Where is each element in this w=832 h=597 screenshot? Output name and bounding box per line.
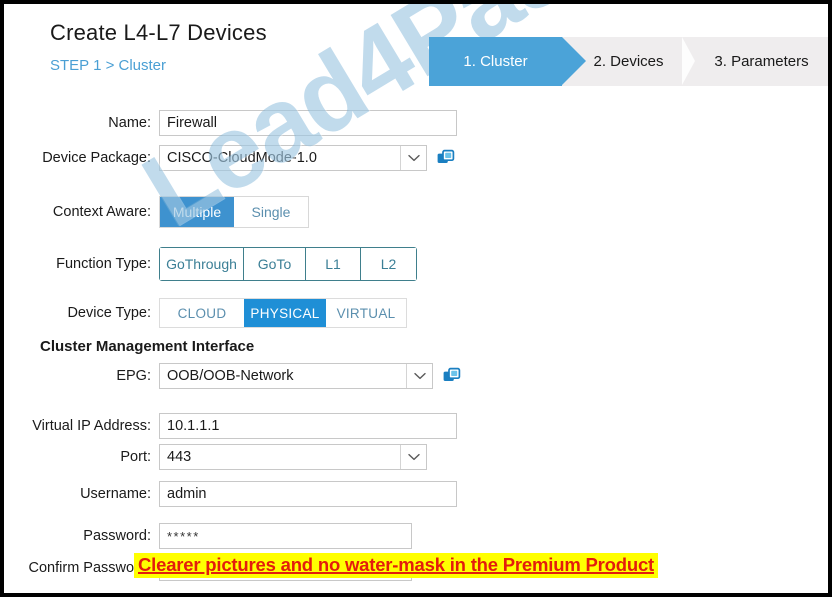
form-row-virtual-ip: Virtual IP Address: 10.1.1.1 xyxy=(4,413,457,439)
function-type-option-l2[interactable]: L2 xyxy=(361,248,416,280)
epg-label: EPG: xyxy=(116,368,151,384)
wizard-step-cluster-label: 1. Cluster xyxy=(463,53,528,70)
wizard-steps: 1. Cluster 2. Devices 3. Parameters xyxy=(429,37,828,86)
function-type-option-goto[interactable]: GoTo xyxy=(244,248,306,280)
chevron-down-icon[interactable] xyxy=(400,445,426,469)
device-package-label: Device Package: xyxy=(42,150,151,166)
name-input[interactable]: Firewall xyxy=(159,110,457,136)
device-type-label: Device Type: xyxy=(67,305,151,321)
function-type-option-gothrough[interactable]: GoThrough xyxy=(160,248,244,280)
external-link-icon[interactable] xyxy=(443,367,461,385)
virtual-ip-address-label: Virtual IP Address: xyxy=(32,418,151,434)
username-input[interactable]: admin xyxy=(159,481,457,507)
device-package-value: CISCO-CloudMode-1.0 xyxy=(167,150,317,166)
breadcrumb[interactable]: STEP 1 > Cluster xyxy=(50,57,166,74)
step-separator-icon xyxy=(682,37,695,85)
device-type-option-virtual[interactable]: VIRTUAL xyxy=(326,299,406,327)
form-row-username: Username: admin xyxy=(4,481,457,507)
context-aware-toggle-group: Multiple Single xyxy=(159,196,309,228)
port-value: 443 xyxy=(167,449,192,465)
username-label: Username: xyxy=(80,486,151,502)
form-row-device-type: Device Type: CLOUD PHYSICAL VIRTUAL xyxy=(4,298,407,328)
promo-banner: Clearer pictures and no water-mask in th… xyxy=(134,553,658,578)
dialog-create-l4l7-devices: Create L4-L7 Devices STEP 1 > Cluster 1.… xyxy=(4,4,828,593)
form-row-context-aware: Context Aware: Multiple Single xyxy=(4,196,309,228)
external-link-icon[interactable] xyxy=(437,149,455,167)
form-row-function-type: Function Type: GoThrough GoTo L1 L2 xyxy=(4,247,417,281)
password-label: Password: xyxy=(83,528,151,544)
virtual-ip-address-input[interactable]: 10.1.1.1 xyxy=(159,413,457,439)
epg-value: OOB/OOB-Network xyxy=(167,368,294,384)
form-row-device-package: Device Package: CISCO-CloudMode-1.0 xyxy=(4,145,455,171)
context-aware-option-multiple[interactable]: Multiple xyxy=(160,197,234,227)
chevron-down-icon[interactable] xyxy=(406,364,432,388)
wizard-step-cluster[interactable]: 1. Cluster xyxy=(429,37,586,86)
device-type-toggle-group: CLOUD PHYSICAL VIRTUAL xyxy=(159,298,407,328)
cluster-management-interface-heading: Cluster Management Interface xyxy=(40,338,255,355)
context-aware-option-single[interactable]: Single xyxy=(234,197,308,227)
context-aware-label: Context Aware: xyxy=(52,204,151,220)
page-title: Create L4-L7 Devices xyxy=(50,20,267,45)
name-label: Name: xyxy=(108,115,151,131)
password-input[interactable]: ***** xyxy=(159,523,412,549)
port-select[interactable]: 443 xyxy=(159,444,427,470)
form-row-epg: EPG: OOB/OOB-Network xyxy=(4,363,461,389)
screenshot-frame: Create L4-L7 Devices STEP 1 > Cluster 1.… xyxy=(0,0,832,597)
form-row-name: Name: Firewall xyxy=(4,110,457,136)
form-row-port: Port: 443 xyxy=(4,444,427,470)
function-type-option-l1[interactable]: L1 xyxy=(306,248,361,280)
port-label: Port: xyxy=(120,449,151,465)
function-type-label: Function Type: xyxy=(56,256,151,272)
wizard-step-parameters[interactable]: 3. Parameters xyxy=(682,37,828,86)
device-type-option-cloud[interactable]: CLOUD xyxy=(160,299,244,327)
wizard-step-devices-label: 2. Devices xyxy=(593,53,664,70)
function-type-toggle-group: GoThrough GoTo L1 L2 xyxy=(159,247,417,281)
epg-select[interactable]: OOB/OOB-Network xyxy=(159,363,433,389)
device-type-option-physical[interactable]: PHYSICAL xyxy=(244,299,326,327)
form-row-password: Password: ***** xyxy=(4,523,412,549)
wizard-step-parameters-label: 3. Parameters xyxy=(714,53,809,70)
chevron-down-icon[interactable] xyxy=(400,146,426,170)
device-package-select[interactable]: CISCO-CloudMode-1.0 xyxy=(159,145,427,171)
